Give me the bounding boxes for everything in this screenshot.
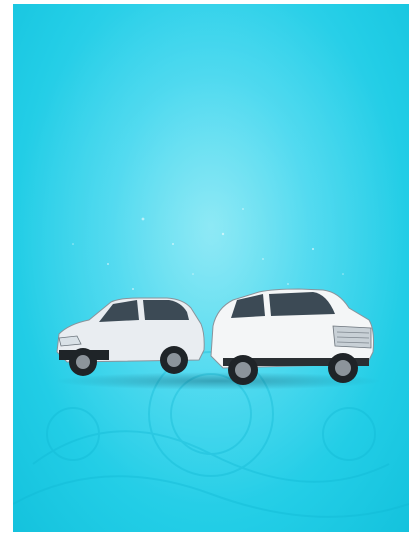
promo-banner[interactable] xyxy=(13,4,409,532)
suv-car-icon[interactable] xyxy=(203,286,379,390)
hatchback-car-icon[interactable] xyxy=(49,290,209,382)
